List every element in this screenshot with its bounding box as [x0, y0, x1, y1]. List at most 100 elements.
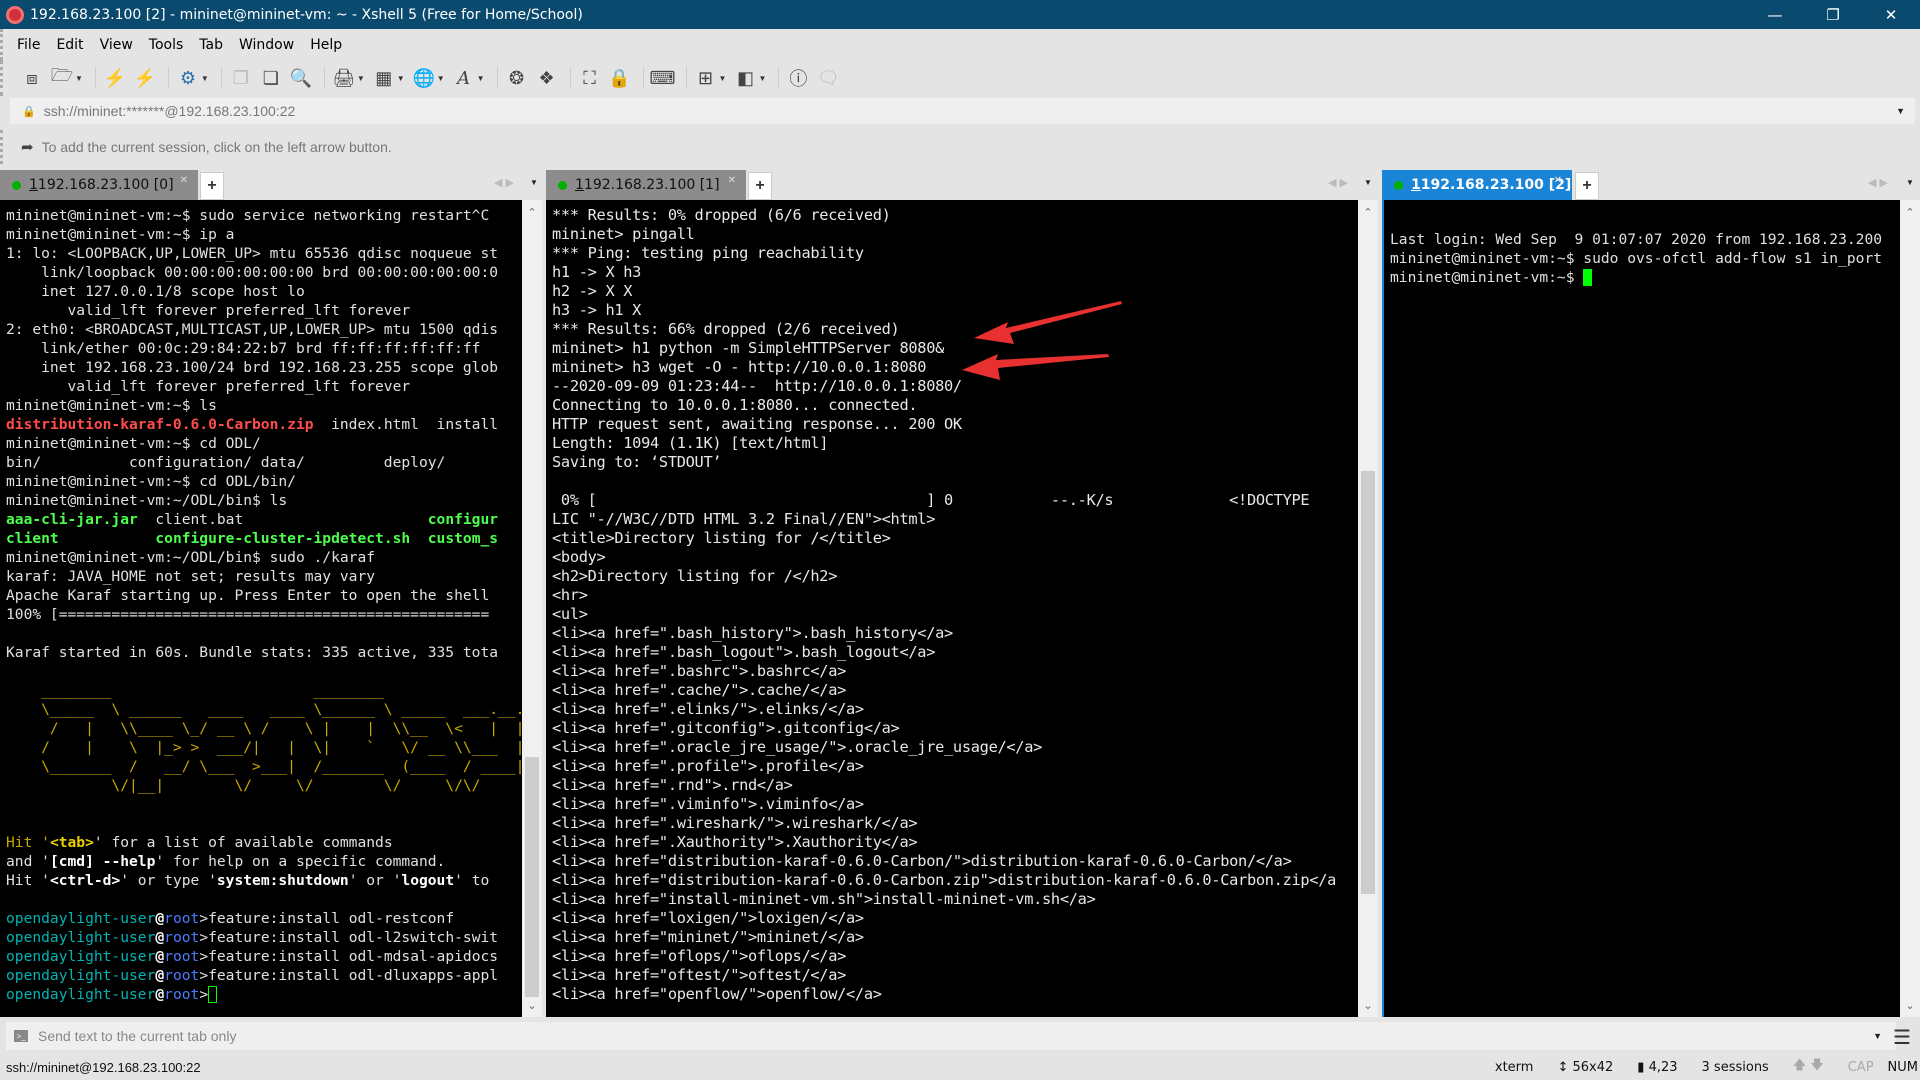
- properties-dropdown-icon[interactable]: ▼: [201, 74, 209, 83]
- text-cursor: [1583, 269, 1593, 286]
- print-icon[interactable]: 🖨: [331, 65, 357, 91]
- restore-button[interactable]: ❐: [1804, 0, 1862, 29]
- font-icon[interactable]: A: [451, 65, 477, 91]
- tab-session-0[interactable]: 1 192.168.23.100 [0] ✕: [0, 170, 198, 200]
- tab-scroll-arrows-icon[interactable]: ◀ ▶: [1328, 176, 1348, 189]
- tab-scroll-arrows-icon[interactable]: ◀ ▶: [1868, 176, 1888, 189]
- new-tab-button[interactable]: +: [200, 172, 224, 200]
- new-tab-button[interactable]: +: [748, 172, 772, 200]
- scrollbar-pane-2[interactable]: ⌃ ⌄: [1900, 200, 1920, 1017]
- menu-edit[interactable]: Edit: [56, 37, 83, 53]
- minimize-button[interactable]: —: [1746, 0, 1804, 29]
- line-segment: <tab>: [49, 834, 94, 851]
- copy-icon[interactable]: ❐: [228, 65, 254, 91]
- line-segment: configur: [427, 511, 499, 528]
- terminal-line: / | \\____ \_/ __ \ / \ | | \\__ \< | ||…: [6, 719, 522, 738]
- disconnect-icon[interactable]: ⚡: [132, 65, 158, 91]
- tab-group-dropdown-icon[interactable]: ▼: [719, 74, 727, 83]
- terminal-pane-1[interactable]: *** Results: 0% dropped (6/6 received) mi…: [546, 200, 1358, 1017]
- address-dropdown-icon[interactable]: ▼: [1896, 106, 1905, 116]
- address-bar[interactable]: 🔒 ssh://mininet:*******@192.168.23.100:2…: [10, 98, 1915, 124]
- scrollbar-pane-1[interactable]: ⌃ ⌄: [1358, 200, 1378, 1017]
- reconnect-icon[interactable]: ⚡: [102, 65, 128, 91]
- menu-tab[interactable]: Tab: [199, 37, 223, 53]
- scroll-down-icon[interactable]: ⌄: [522, 995, 542, 1015]
- line-text: <li><a href="install-mininet-vm.sh">inst…: [552, 890, 1096, 908]
- encoding-dropdown-icon[interactable]: ▼: [437, 74, 445, 83]
- find-icon[interactable]: 🔍: [288, 65, 314, 91]
- xftp-icon[interactable]: ❂: [504, 65, 530, 91]
- terminal-pane-2[interactable]: Last login: Wed Sep 9 01:07:07 2020 from…: [1382, 200, 1900, 1017]
- script-icon[interactable]: ❖: [534, 65, 560, 91]
- tab-session-1[interactable]: 1 192.168.23.100 [1] ✕: [546, 170, 746, 200]
- close-tab-icon[interactable]: ✕: [180, 175, 188, 186]
- menu-file[interactable]: File: [17, 37, 40, 53]
- menu-help[interactable]: Help: [310, 37, 342, 53]
- scroll-up-icon[interactable]: ⌃: [1358, 202, 1378, 222]
- tab-number: 1: [29, 177, 38, 193]
- scroll-up-icon[interactable]: ⌃: [1900, 202, 1920, 222]
- terminal-line: <li><a href="install-mininet-vm.sh">inst…: [552, 890, 1358, 909]
- scroll-thumb[interactable]: [525, 757, 539, 997]
- tab-list-dropdown-icon[interactable]: ▼: [530, 178, 538, 187]
- layout-dropdown-icon[interactable]: ▼: [758, 74, 766, 83]
- send-text-bar[interactable]: >_ Send text to the current tab only ▼: [6, 1022, 1896, 1050]
- terminal-line: mininet@mininet-vm:~$ ip a: [6, 225, 522, 244]
- keyboard-icon[interactable]: ⌨: [650, 65, 676, 91]
- terminal-pane-0[interactable]: mininet@mininet-vm:~$ sudo service netwo…: [0, 200, 522, 1017]
- links-bar: ➦ To add the current session, click on t…: [0, 130, 1920, 164]
- divider: [642, 67, 644, 89]
- new-tab-button[interactable]: +: [1575, 172, 1599, 200]
- transfer-dropdown-icon[interactable]: ▼: [397, 74, 405, 83]
- print-dropdown-icon[interactable]: ▼: [357, 74, 365, 83]
- terminal-output[interactable]: Last login: Wed Sep 9 01:07:07 2020 from…: [1384, 200, 1900, 1017]
- line-segment: configure-cluster-ipdetect.sh: [155, 530, 411, 547]
- scroll-up-icon[interactable]: ⌃: [522, 202, 542, 222]
- properties-icon[interactable]: ⚙: [175, 65, 201, 91]
- line-text: <li><a href=".bash_history">.bash_histor…: [552, 624, 953, 642]
- scroll-down-icon[interactable]: ⌄: [1358, 995, 1378, 1015]
- line-segment: >feature:install odl-dluxapps-appl: [199, 967, 499, 984]
- send-target-dropdown-icon[interactable]: ▼: [1873, 1031, 1882, 1041]
- new-tab-group-icon[interactable]: ⊞: [693, 65, 719, 91]
- new-session-icon[interactable]: ⧈: [19, 65, 45, 91]
- session-nav-arrows-icon[interactable]: 🡅 🡇: [1793, 1056, 1824, 1078]
- menu-tools[interactable]: Tools: [149, 37, 184, 53]
- terminal-output[interactable]: mininet@mininet-vm:~$ sudo service netwo…: [0, 200, 522, 1017]
- layout-icon[interactable]: ◧: [732, 65, 758, 91]
- globe-icon[interactable]: 🌐: [411, 65, 437, 91]
- tab-list-dropdown-icon[interactable]: ▼: [1364, 178, 1372, 187]
- chat-icon[interactable]: 🗨: [815, 65, 841, 91]
- close-button[interactable]: ✕: [1862, 0, 1920, 29]
- lock-icon[interactable]: 🔒: [607, 65, 633, 91]
- help-icon[interactable]: ⓘ: [785, 65, 811, 91]
- send-text-input[interactable]: Send text to the current tab only: [38, 1028, 236, 1044]
- close-tab-icon[interactable]: ✕: [1554, 175, 1562, 186]
- line-segment: distribution-karaf-0.6.0-Carbon.zip: [6, 416, 314, 433]
- tab-scroll-arrows-icon[interactable]: ◀ ▶: [494, 176, 514, 189]
- terminal-line: valid_lft forever preferred_lft forever: [6, 301, 522, 320]
- font-dropdown-icon[interactable]: ▼: [477, 74, 485, 83]
- menu-view[interactable]: View: [100, 37, 133, 53]
- add-session-arrow-icon[interactable]: ➦: [21, 138, 34, 156]
- tab-session-2[interactable]: 1 192.168.23.100 [2] ✕: [1382, 170, 1572, 200]
- open-folder-icon[interactable]: 🗁: [49, 65, 75, 91]
- transfer-icon[interactable]: ▦: [371, 65, 397, 91]
- address-value[interactable]: ssh://mininet:*******@192.168.23.100:22: [44, 103, 296, 119]
- line-segment: [410, 530, 428, 547]
- terminal-line: link/ether 00:0c:29:84:22:b7 brd ff:ff:f…: [6, 339, 522, 358]
- scrollbar-pane-0[interactable]: ⌃ ⌄: [522, 200, 542, 1017]
- open-dropdown-icon[interactable]: ▼: [75, 74, 83, 83]
- terminal-line: <li><a href="mininet/">mininet/</a>: [552, 928, 1358, 947]
- close-tab-icon[interactable]: ✕: [728, 175, 736, 186]
- paste-icon[interactable]: ❏: [258, 65, 284, 91]
- scroll-thumb[interactable]: [1361, 471, 1375, 894]
- hamburger-menu-icon[interactable]: ☰: [1893, 1025, 1911, 1050]
- tab-list-dropdown-icon[interactable]: ▼: [1906, 178, 1914, 187]
- fullscreen-icon[interactable]: ⛶: [577, 65, 603, 91]
- scroll-down-icon[interactable]: ⌄: [1900, 995, 1920, 1015]
- terminal-line: <title>Directory listing for /</title>: [552, 529, 1358, 548]
- menu-window[interactable]: Window: [239, 37, 294, 53]
